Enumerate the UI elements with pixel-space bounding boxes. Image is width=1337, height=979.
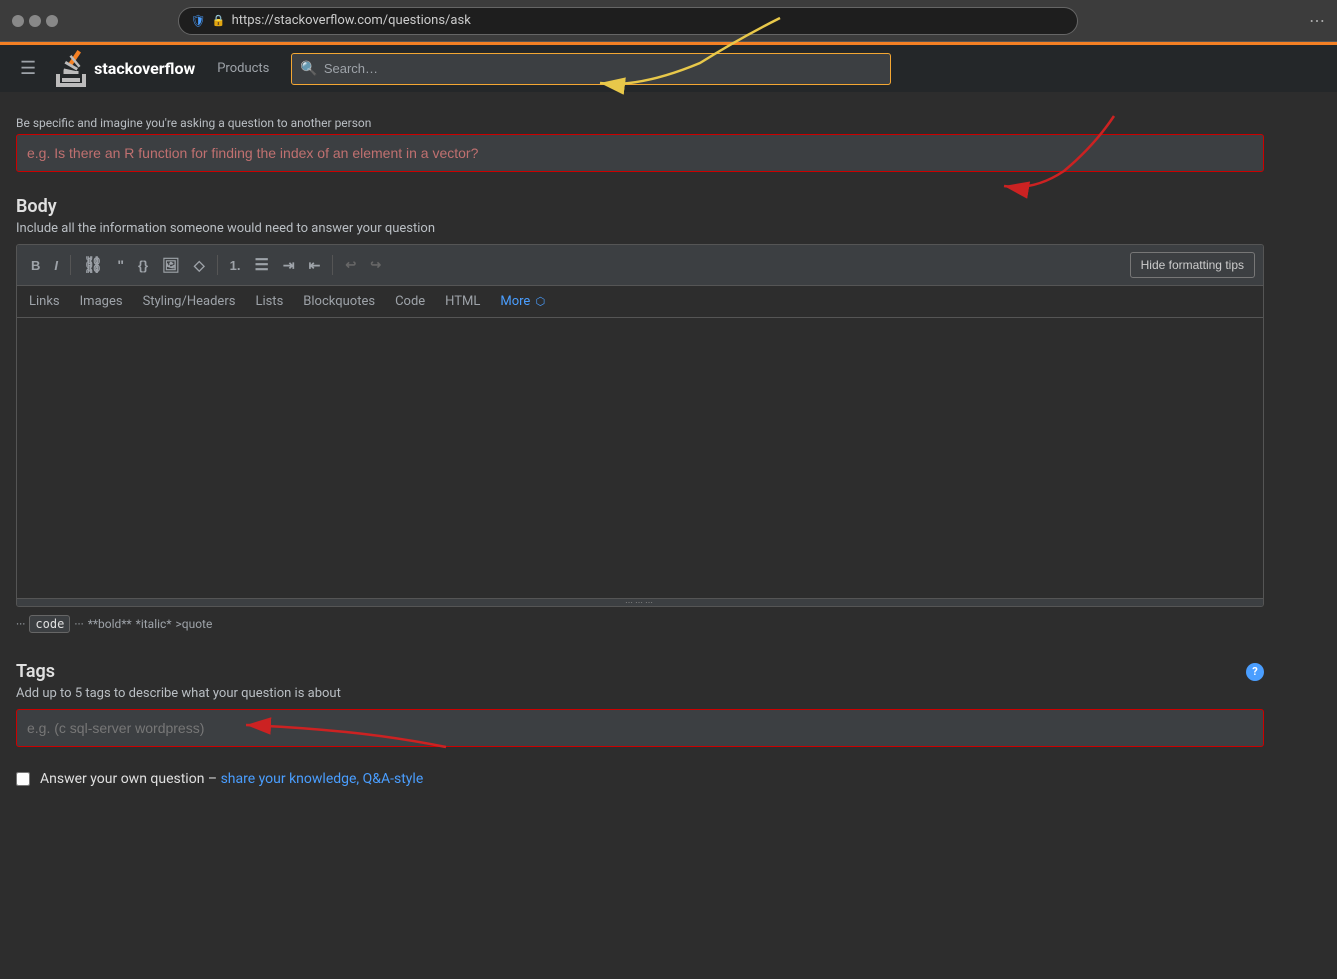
tags-help-icon[interactable]: ?	[1246, 663, 1264, 681]
so-logo-text: stackoverflow	[94, 59, 195, 78]
hint-code-label: code	[29, 615, 70, 633]
toolbar-undo[interactable]: ↩	[339, 253, 362, 277]
browser-dot-1	[12, 15, 24, 27]
tab-html[interactable]: HTML	[445, 294, 480, 309]
browser-dot-2	[29, 15, 41, 27]
toolbar-sep-3	[332, 255, 333, 275]
toolbar-sep-1	[70, 255, 71, 275]
tab-styling-headers[interactable]: Styling/Headers	[143, 294, 236, 309]
search-icon: 🔍	[300, 61, 317, 77]
toolbar-code[interactable]: {}	[132, 254, 154, 277]
lock-icon: 🔒	[212, 14, 226, 27]
self-answer-section: Answer your own question – share your kn…	[16, 771, 1264, 787]
address-bar[interactable]: 🛡 🔒 https://stackoverflow.com/questions/…	[178, 7, 1078, 35]
tags-title: Tags	[16, 661, 55, 682]
toolbar-link[interactable]: ⛓	[77, 251, 109, 279]
so-logo[interactable]: stackoverflow	[56, 50, 195, 87]
formatting-hint: ··· code ··· **bold** *italic* >quote	[16, 615, 1264, 633]
editor-container: B I ⛓ " {} 🖼 ◇ 1. ☰ ⇥ ⇤ ↩ ↪ Hide formatt…	[16, 244, 1264, 607]
tab-blockquotes[interactable]: Blockquotes	[303, 294, 375, 309]
search-box[interactable]: 🔍	[291, 53, 891, 85]
self-answer-checkbox[interactable]	[16, 772, 30, 786]
formatting-tabs: Links Images Styling/Headers Lists Block…	[17, 286, 1263, 318]
hint-quote: >quote	[176, 617, 213, 631]
main-content: Be specific and imagine you're asking a …	[0, 92, 1280, 811]
so-navbar: ☰ stackoverflow Products 🔍	[0, 42, 1337, 92]
tab-more[interactable]: More ⬡	[500, 294, 545, 309]
title-section: Be specific and imagine you're asking a …	[16, 116, 1264, 172]
tab-links[interactable]: Links	[29, 294, 60, 309]
toolbar-italic[interactable]: I	[48, 254, 64, 277]
body-section: Body Include all the information someone…	[16, 196, 1264, 236]
question-title-input[interactable]	[16, 134, 1264, 172]
search-input[interactable]	[324, 61, 883, 76]
title-hint-label: Be specific and imagine you're asking a …	[16, 116, 1264, 130]
browser-menu-dots[interactable]: ⋯	[1309, 11, 1325, 30]
tab-lists[interactable]: Lists	[255, 294, 283, 309]
toolbar-special[interactable]: ◇	[188, 253, 211, 278]
hint-italic: *italic*	[136, 617, 172, 631]
editor-toolbar: B I ⛓ " {} 🖼 ◇ 1. ☰ ⇥ ⇤ ↩ ↪ Hide formatt…	[17, 245, 1263, 286]
hint-dots-2: ···	[74, 617, 83, 631]
hamburger-menu[interactable]: ☰	[16, 54, 40, 83]
toolbar-redo[interactable]: ↪	[364, 253, 387, 277]
hide-formatting-tips-btn[interactable]: Hide formatting tips	[1130, 252, 1255, 278]
toolbar-bold[interactable]: B	[25, 254, 46, 277]
page-wrapper: 🛡 🔒 https://stackoverflow.com/questions/…	[0, 0, 1337, 811]
browser-chrome: 🛡 🔒 https://stackoverflow.com/questions/…	[0, 0, 1337, 42]
body-description: Include all the information someone woul…	[16, 221, 1264, 236]
so-logo-icon	[56, 50, 88, 87]
shield-icon: 🛡	[191, 14, 206, 28]
toolbar-blockquote[interactable]: "	[111, 253, 130, 277]
resize-handle[interactable]: ⋯⋯⋯	[17, 598, 1263, 606]
tags-section: Tags ? Add up to 5 tags to describe what…	[16, 661, 1264, 747]
hint-dots-1: ···	[16, 617, 25, 631]
tags-header: Tags ?	[16, 661, 1264, 682]
browser-url: https://stackoverflow.com/questions/ask	[232, 13, 471, 28]
browser-dots	[12, 15, 58, 27]
browser-dot-3	[46, 15, 58, 27]
tab-code[interactable]: Code	[395, 294, 425, 309]
toolbar-image[interactable]: 🖼	[156, 253, 186, 278]
self-answer-link[interactable]: share your knowledge, Q&A-style	[221, 771, 424, 787]
tab-images[interactable]: Images	[80, 294, 123, 309]
toolbar-outdent[interactable]: ⇤	[303, 253, 327, 278]
hint-bold: **bold**	[88, 617, 132, 631]
toolbar-indent[interactable]: ⇥	[277, 253, 301, 278]
resize-dots: ⋯⋯⋯	[625, 598, 655, 607]
self-answer-label: Answer your own question – share your kn…	[40, 771, 423, 787]
tags-input[interactable]	[16, 709, 1264, 747]
tags-description: Add up to 5 tags to describe what your q…	[16, 686, 1264, 701]
editor-body[interactable]	[17, 318, 1263, 598]
body-title: Body	[16, 196, 1264, 217]
toolbar-ordered-list[interactable]: 1.	[224, 254, 247, 277]
products-link[interactable]: Products	[211, 57, 275, 80]
toolbar-sep-2	[217, 255, 218, 275]
toolbar-unordered-list[interactable]: ☰	[249, 251, 275, 279]
external-link-icon: ⬡	[536, 295, 546, 308]
